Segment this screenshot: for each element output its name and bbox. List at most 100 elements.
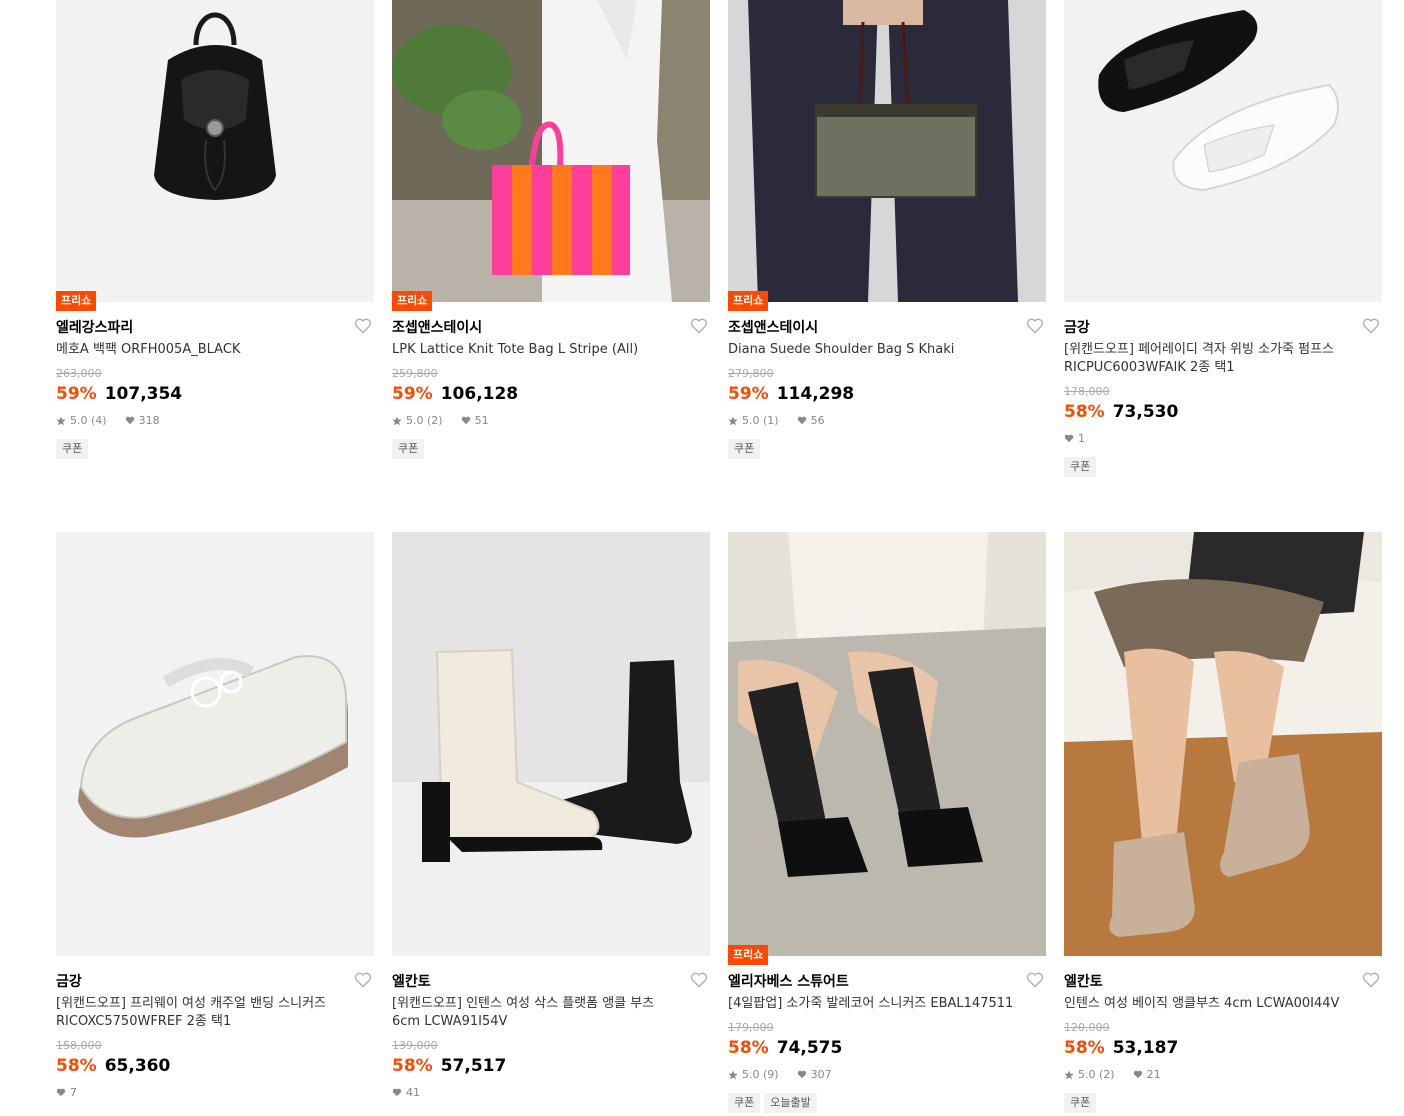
original-price: 279,800 (728, 367, 774, 380)
tag-list: 쿠폰 오늘출발 (728, 1093, 817, 1113)
likes-count: 307 (810, 1068, 832, 1081)
review-meta: 5.0 (1) 56 (728, 414, 825, 427)
discount-rate: 58% (56, 1056, 97, 1076)
coupon-tag: 쿠폰 (1064, 457, 1097, 477)
coupon-tag: 쿠폰 (56, 439, 89, 459)
discount-rate: 58% (392, 1056, 433, 1076)
price-line: 58% 74,575 (728, 1038, 842, 1058)
likes-count: 7 (70, 1086, 77, 1099)
brand-name[interactable]: 조셉앤스테이시 (728, 317, 818, 337)
wishlist-heart-icon[interactable] (354, 972, 372, 988)
product-name[interactable]: [위캔드오프] 프리웨이 여성 캐주얼 밴딩 스니커즈 RICOXC5750WF… (56, 995, 346, 1031)
brand-name[interactable]: 금강 (1064, 317, 1090, 337)
brand-name[interactable]: 엘리자베스 스튜어트 (728, 971, 849, 991)
free-show-badge: 프리쇼 (728, 291, 769, 311)
rating-text: 5.0 (2) (1078, 1068, 1115, 1081)
price-line: 58% 53,187 (1064, 1038, 1178, 1058)
price-line: 58% 73,530 (1064, 402, 1178, 422)
original-price: 120,000 (1064, 1021, 1110, 1034)
brand-name[interactable]: 금강 (56, 971, 82, 991)
star-icon (56, 416, 66, 425)
sale-price: 65,360 (104, 1056, 171, 1076)
product-image[interactable] (56, 532, 374, 956)
rating-text: 5.0 (1) (742, 414, 779, 427)
review-meta: 5.0 (9) 307 (728, 1068, 832, 1081)
review-meta: 41 (392, 1086, 420, 1099)
discount-rate: 59% (728, 384, 769, 404)
product-name[interactable]: 메호A 백팩 ORFH005A_BLACK (56, 341, 346, 359)
review-meta: 1 (1064, 432, 1085, 445)
tag-list: 쿠폰 (728, 439, 761, 459)
brand-name[interactable]: 엘칸토 (1064, 971, 1103, 991)
original-price: 259,800 (392, 367, 438, 380)
tag-list: 쿠폰 (56, 439, 89, 459)
brand-name[interactable]: 조셉앤스테이시 (392, 317, 482, 337)
sale-price: 73,530 (1112, 402, 1179, 422)
likes-count: 56 (810, 414, 825, 427)
price-line: 59% 106,128 (392, 384, 518, 404)
wishlist-heart-icon[interactable] (690, 972, 708, 988)
product-image[interactable] (1064, 532, 1382, 956)
free-show-badge: 프리쇼 (392, 291, 433, 311)
discount-rate: 58% (1064, 1038, 1105, 1058)
product-image[interactable] (392, 0, 710, 302)
likes-count: 318 (138, 414, 160, 427)
product-name[interactable]: [위캔드오프] 페어레이디 격자 위빙 소가죽 펌프스 RICPUC6003WF… (1064, 341, 1354, 377)
same-day-shipping-tag: 오늘출발 (764, 1093, 817, 1113)
star-icon (728, 1070, 738, 1079)
rating-text: 5.0 (9) (742, 1068, 779, 1081)
star-icon (1064, 1070, 1074, 1079)
discount-rate: 58% (1064, 402, 1105, 422)
wishlist-heart-icon[interactable] (1026, 972, 1044, 988)
wishlist-heart-icon[interactable] (1026, 318, 1044, 334)
coupon-tag: 쿠폰 (728, 439, 761, 459)
product-name[interactable]: Diana Suede Shoulder Bag S Khaki (728, 341, 1018, 359)
product-image[interactable] (392, 532, 710, 956)
likes-heart-icon (56, 1088, 66, 1097)
rating-text: 5.0 (2) (406, 414, 443, 427)
free-show-badge: 프리쇼 (728, 945, 769, 965)
sale-price: 114,298 (776, 384, 855, 404)
product-name[interactable]: [4일팝업] 소가죽 발레코어 스니커즈 EBAL147511 (728, 995, 1018, 1013)
tag-list: 쿠폰 (1064, 457, 1097, 477)
original-price: 158,000 (56, 1039, 102, 1052)
price-line: 58% 57,517 (392, 1056, 506, 1076)
review-meta: 5.0 (2) 21 (1064, 1068, 1161, 1081)
star-icon (392, 416, 402, 425)
sale-price: 106,128 (440, 384, 519, 404)
price-line: 58% 65,360 (56, 1056, 170, 1076)
likes-count: 41 (406, 1086, 420, 1099)
wishlist-heart-icon[interactable] (354, 318, 372, 334)
likes-count: 51 (474, 414, 489, 427)
wishlist-heart-icon[interactable] (1362, 972, 1380, 988)
original-price: 139,000 (392, 1039, 438, 1052)
product-name[interactable]: LPK Lattice Knit Tote Bag L Stripe (All) (392, 341, 682, 359)
coupon-tag: 쿠폰 (728, 1093, 761, 1113)
likes-heart-icon (1133, 1070, 1142, 1079)
likes-heart-icon (125, 416, 134, 425)
product-image[interactable] (728, 532, 1046, 956)
tag-list: 쿠폰 (1064, 1093, 1097, 1113)
wishlist-heart-icon[interactable] (690, 318, 708, 334)
product-image[interactable] (1064, 0, 1382, 302)
likes-heart-icon (461, 416, 470, 425)
tag-list: 쿠폰 (392, 439, 425, 459)
product-image[interactable] (56, 0, 374, 302)
likes-heart-icon (392, 1088, 402, 1097)
brand-name[interactable]: 엘칸토 (392, 971, 431, 991)
wishlist-heart-icon[interactable] (1362, 318, 1380, 334)
product-name[interactable]: 인텐스 여성 베이직 앵클부츠 4cm LCWA00I44V (1064, 995, 1354, 1013)
discount-rate: 59% (56, 384, 97, 404)
likes-heart-icon (1064, 434, 1074, 443)
brand-name[interactable]: 엘레강스파리 (56, 317, 133, 337)
product-image[interactable] (728, 0, 1046, 302)
original-price: 263,000 (56, 367, 102, 380)
original-price: 179,000 (728, 1021, 774, 1034)
original-price: 178,000 (1064, 385, 1110, 398)
product-name[interactable]: [위캔드오프] 인텐스 여성 삭스 플랫폼 앵클 부츠 6cm LCWA91I5… (392, 995, 682, 1031)
likes-count: 1 (1078, 432, 1085, 445)
price-line: 59% 107,354 (56, 384, 182, 404)
likes-heart-icon (797, 1070, 806, 1079)
rating-text: 5.0 (4) (70, 414, 107, 427)
sale-price: 74,575 (776, 1038, 843, 1058)
